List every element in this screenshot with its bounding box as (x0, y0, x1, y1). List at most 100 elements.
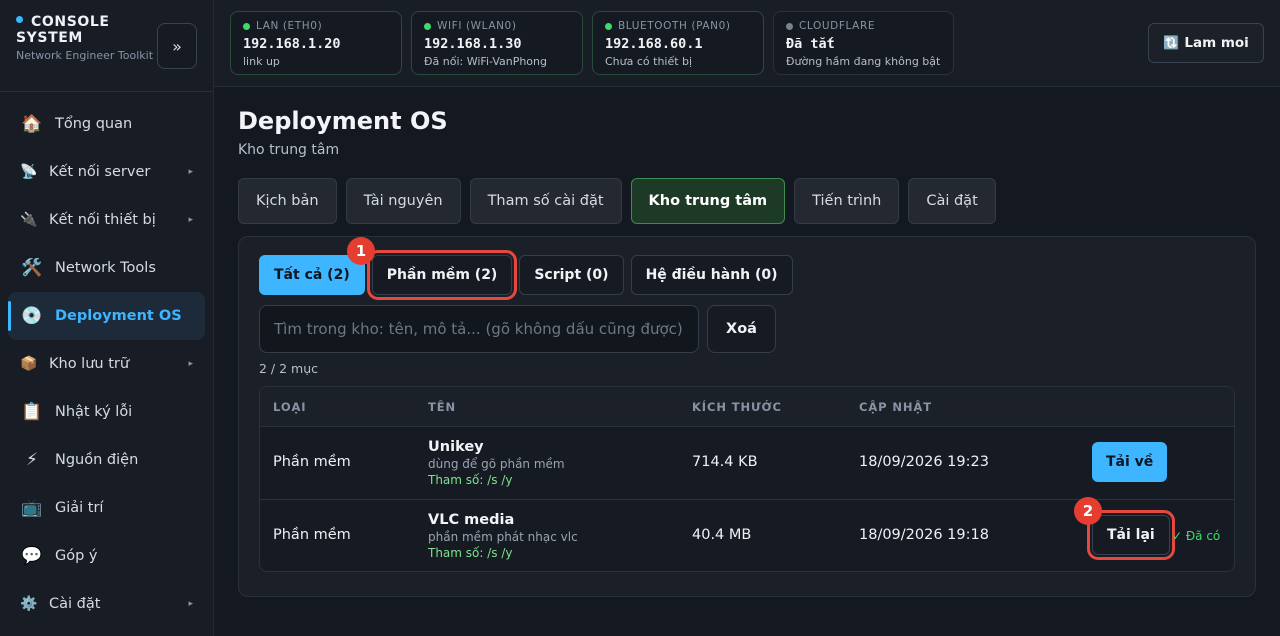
network-card-ip: 192.168.1.30 (424, 36, 522, 52)
sidebar: CONSOLE SYSTEM Network Engineer Toolkit … (0, 0, 214, 636)
table-row: Phần mềm Unikey dùng để gõ phần mềm Tham… (260, 427, 1234, 500)
sidebar-item-label: Kết nối thiết bị (49, 212, 156, 228)
sidebar-item-deployment-os[interactable]: 💿 Deployment OS (8, 292, 205, 340)
sidebar-item-label: Cài đặt (49, 596, 101, 612)
row-size: 714.4 KB (692, 454, 758, 470)
network-card-ip: 192.168.60.1 (605, 36, 703, 52)
row-updated: 18/09/2026 19:23 (859, 454, 989, 470)
page-title: Deployment OS (238, 107, 448, 135)
brand-subtitle: Network Engineer Toolkit (16, 49, 154, 62)
network-card-status: link up (243, 55, 280, 68)
tab-install-params[interactable]: Tham số cài đặt (469, 178, 622, 224)
annotation-badge-1: 1 (347, 237, 375, 265)
sidebar-item-server-connect[interactable]: 📡 Kết nối server ▸ (8, 148, 205, 196)
result-count: 2 / 2 mục (259, 361, 319, 376)
chevron-right-icon: ▸ (188, 599, 193, 609)
status-dot-icon (786, 22, 793, 30)
download-button[interactable]: Tải về (1092, 442, 1168, 482)
tab-central-repo[interactable]: Kho trung tâm (630, 178, 786, 224)
row-params: Tham số: /s /y (428, 473, 513, 487)
network-card-bluetooth: BLUETOOTH (PAN0) 192.168.60.1 Chưa có th… (592, 11, 764, 75)
status-dot-icon (605, 22, 612, 30)
sidebar-item-storage[interactable]: 📦 Kho lưu trữ ▸ (8, 340, 205, 388)
row-size: 40.4 MB (692, 527, 752, 543)
redownload-button[interactable]: Tải lại (1087, 510, 1175, 560)
table-header: LOẠI TÊN KÍCH THƯỚC CẬP NHẬT (260, 387, 1234, 427)
satellite-icon: 📡 (20, 164, 38, 180)
sidebar-item-device-connect[interactable]: 🔌 Kết nối thiết bị ▸ (8, 196, 205, 244)
row-name-cell: Unikey dùng để gõ phần mềm Tham số: /s /… (428, 439, 565, 487)
installed-status: ✓ Đã có (1172, 529, 1221, 543)
refresh-button[interactable]: 🔃 Lam moi (1148, 23, 1264, 63)
filter-script-button[interactable]: Script (0) (519, 255, 624, 295)
sidebar-item-label: Deployment OS (55, 308, 182, 324)
tv-icon: 📺 (21, 498, 43, 518)
gear-icon: ⚙️ (20, 596, 38, 612)
network-status-bar: LAN (ETH0) 192.168.1.20 link up WIFI (WL… (214, 0, 1280, 87)
status-dot-icon (243, 22, 250, 30)
row-name: VLC media (428, 512, 515, 528)
sidebar-item-network-tools[interactable]: 🛠️ Network Tools (8, 244, 205, 292)
sidebar-item-label: Kết nối server (49, 164, 151, 180)
clipboard-icon: 📋 (21, 402, 43, 422)
column-header-name: TÊN (428, 400, 457, 414)
row-type: Phần mềm (273, 454, 351, 470)
clear-button[interactable]: Xoá (707, 305, 776, 353)
sidebar-item-label: Nguồn điện (55, 452, 139, 468)
network-card-label: BLUETOOTH (PAN0) (618, 20, 731, 32)
sidebar-nav: 🏠 Tổng quan 📡 Kết nối server ▸ 🔌 Kết nối… (8, 100, 205, 628)
sidebar-item-label: Nhật ký lỗi (55, 404, 133, 420)
row-params: Tham số: /s /y (428, 546, 513, 560)
page-subtitle: Kho trung tâm (238, 142, 340, 158)
status-dot-icon (424, 22, 431, 30)
sidebar-item-power[interactable]: ⚡ Nguồn điện (8, 436, 205, 484)
network-card-status: Đường hầm đang không bật (786, 55, 941, 68)
tab-bar: Kịch bản Tài nguyên Tham số cài đặt Kho … (238, 178, 1005, 224)
tab-resources[interactable]: Tài nguyên (345, 178, 461, 224)
tools-icon: 🛠️ (21, 258, 43, 278)
network-card-label: CLOUDFLARE (799, 20, 876, 32)
filter-os-button[interactable]: Hệ điều hành (0) (630, 255, 793, 295)
sidebar-divider (0, 91, 213, 92)
column-header-updated: CẬP NHẬT (859, 400, 932, 414)
status-dot-icon (16, 16, 23, 23)
brand-title: CONSOLE SYSTEM (16, 14, 110, 46)
tab-scripts[interactable]: Kịch bản (238, 178, 337, 224)
sidebar-item-entertainment[interactable]: 📺 Giải trí (8, 484, 205, 532)
sidebar-item-label: Kho lưu trữ (49, 356, 130, 372)
sidebar-item-feedback[interactable]: 💬 Góp ý (8, 532, 205, 580)
row-type: Phần mềm (273, 527, 351, 543)
row-description: dùng để gõ phần mềm (428, 457, 565, 471)
sidebar-item-overview[interactable]: 🏠 Tổng quan (8, 100, 205, 148)
lightning-icon: ⚡ (26, 450, 38, 470)
network-card-label: WIFI (WLAN0) (437, 20, 517, 32)
network-card-status: Chưa có thiết bị (605, 55, 693, 68)
repo-panel: Tất cả (2) Phần mềm (2) Script (0) Hệ đi… (238, 236, 1256, 597)
sidebar-item-label: Giải trí (55, 500, 104, 516)
brand: CONSOLE SYSTEM Network Engineer Toolkit (16, 14, 156, 62)
search-input[interactable] (259, 305, 699, 353)
sidebar-item-label: Tổng quan (55, 116, 133, 132)
sidebar-item-error-log[interactable]: 📋 Nhật ký lỗi (8, 388, 205, 436)
refresh-icon: 🔃 (1163, 35, 1180, 51)
disc-icon: 💿 (21, 306, 43, 326)
network-card-lan: LAN (ETH0) 192.168.1.20 link up (230, 11, 402, 75)
tab-settings[interactable]: Cài đặt (908, 178, 996, 224)
row-name: Unikey (428, 439, 484, 455)
filter-bar: Tất cả (2) Phần mềm (2) Script (0) Hệ đi… (259, 250, 800, 300)
plug-icon: 🔌 (20, 212, 38, 228)
chevron-right-icon: ▸ (188, 215, 193, 225)
chevron-right-icon: ▸ (188, 359, 193, 369)
network-card-ip: Đã tắt (786, 36, 835, 52)
collapse-sidebar-button[interactable]: » (157, 23, 197, 69)
sidebar-item-label: Network Tools (55, 260, 156, 276)
filter-software-button[interactable]: Phần mềm (2) (366, 250, 518, 300)
row-name-cell: VLC media phần mềm phát nhạc vlc Tham số… (428, 512, 578, 560)
tab-progress[interactable]: Tiến trình (794, 178, 900, 224)
package-icon: 📦 (20, 356, 38, 372)
network-card-cloudflare: CLOUDFLARE Đã tắt Đường hầm đang không b… (773, 11, 954, 75)
column-header-size: KÍCH THƯỚC (692, 400, 782, 414)
refresh-label: Lam moi (1184, 35, 1249, 51)
filter-all-button[interactable]: Tất cả (2) (259, 255, 365, 295)
sidebar-item-settings[interactable]: ⚙️ Cài đặt ▸ (8, 580, 205, 628)
